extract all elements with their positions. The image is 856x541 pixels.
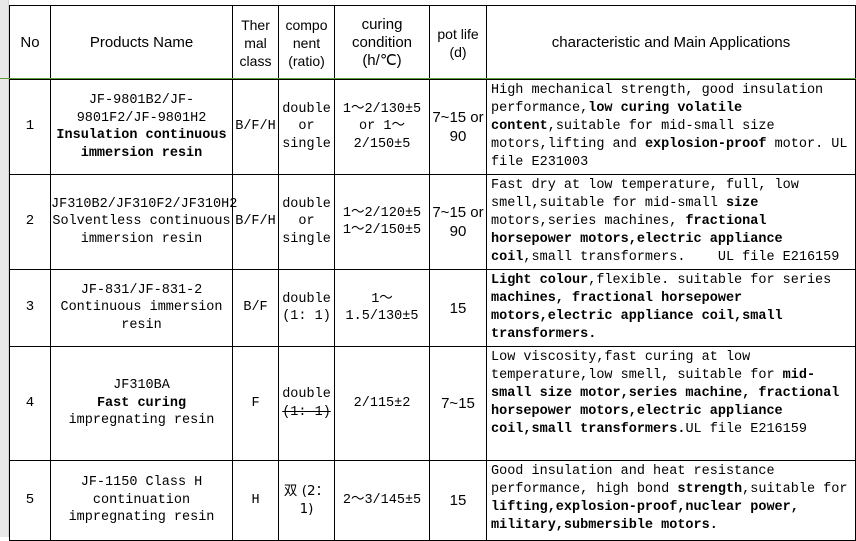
header-curing-condition: curing condition (h/℃) xyxy=(334,5,430,80)
curing-condition-value: 1～1.5/130±5 xyxy=(345,291,419,325)
spreadsheet-canvas: No Products Name Ther mal class compo ne… xyxy=(0,0,856,541)
thermal-class-value: B/F/H xyxy=(235,214,276,230)
table-header-row: No Products Name Ther mal class compo ne… xyxy=(9,5,856,80)
cell-curing-condition: 1～2/130±5 or 1～2/150±5 xyxy=(334,79,430,175)
header-no-label: No xyxy=(20,33,40,51)
header-characteristic: characteristic and Main Applications xyxy=(486,5,856,80)
cell-products-name: JF-1150 Class H continuation impregnatin… xyxy=(50,460,233,541)
header-thermal-class-label: Ther mal class xyxy=(239,16,272,69)
cell-pot-life: 7~15 or 90 xyxy=(429,174,487,270)
header-pot-life: pot life (d) xyxy=(429,5,487,80)
product-description: Fast curing xyxy=(96,395,187,411)
product-description: Insulation continuous immersion resin xyxy=(56,128,227,161)
cell-curing-condition: 2/115±2 xyxy=(334,346,430,461)
product-code: JF-9801B2/JF-9801F2/JF-9801H2 xyxy=(76,93,207,126)
cell-characteristic: High mechanical strength, good insulatio… xyxy=(486,79,856,175)
thermal-class-value: B/F/H xyxy=(235,119,276,135)
cell-component: 双 (2：1) xyxy=(278,460,335,541)
cell-pot-life: 15 xyxy=(429,269,487,347)
row-number: 2 xyxy=(25,213,35,230)
cell-no: 2 xyxy=(9,174,51,270)
row-number: 5 xyxy=(25,491,35,508)
header-products-name: Products Name xyxy=(50,5,233,80)
characteristic-text: Low viscosity,fast curing at low tempera… xyxy=(491,350,840,437)
cell-products-name: JF310B2/JF310F2/JF310H2 Solventless cont… xyxy=(50,174,237,270)
product-code: JF310BA xyxy=(113,378,170,394)
header-pot-life-label: pot life (d) xyxy=(437,25,479,60)
pot-life-value: 7~15 xyxy=(441,395,475,412)
cell-component: double (1: 1) xyxy=(278,269,335,347)
characteristic-text: Light colour,flexible. suitable for seri… xyxy=(491,273,832,342)
cell-products-name: JF-9801B2/JF-9801F2/JF-9801H2 Insulation… xyxy=(50,79,233,175)
product-code: JF-831/JF-831-2 Continuous immersion res… xyxy=(60,282,223,333)
cell-component: double or single xyxy=(278,79,335,175)
pot-life-value: 7~15 or 90 xyxy=(432,109,484,145)
thermal-class-value: B/F xyxy=(243,300,268,316)
cell-characteristic: Low viscosity,fast curing at low tempera… xyxy=(486,346,856,461)
cell-characteristic: Light colour,flexible. suitable for seri… xyxy=(486,269,856,347)
cell-component: double or single xyxy=(278,174,335,270)
products-table: No Products Name Ther mal class compo ne… xyxy=(9,5,856,541)
cell-no: 5 xyxy=(9,460,51,541)
table-row: 3 JF-831/JF-831-2 Continuous immersion r… xyxy=(9,269,856,347)
pot-life-value: 7~15 or 90 xyxy=(432,204,484,240)
header-component: compo nent (ratio) xyxy=(278,5,335,80)
header-no: No xyxy=(9,5,51,80)
cell-pot-life: 15 xyxy=(429,460,487,541)
cell-thermal-class: F xyxy=(232,346,279,461)
thermal-class-value: F xyxy=(251,395,260,411)
cell-curing-condition: 2～3/145±5 xyxy=(334,460,430,541)
cell-products-name: JF-831/JF-831-2 Continuous immersion res… xyxy=(50,269,233,347)
cell-component: double (1: 1) xyxy=(278,346,335,461)
header-thermal-class: Ther mal class xyxy=(232,5,279,80)
component-value: double or single xyxy=(282,101,331,152)
product-code: JF-1150 Class H continuation impregnatin… xyxy=(68,475,215,526)
row-header-gutter xyxy=(0,0,9,537)
characteristic-text: Fast dry at low temperature, full, low s… xyxy=(491,178,840,265)
table-row: 2 JF310B2/JF310F2/JF310H2 Solventless co… xyxy=(9,174,856,270)
pot-life-value: 15 xyxy=(449,492,467,509)
sheet-gridline-green xyxy=(0,78,856,79)
table-row: 4 JF310BA Fast curing impregnating resin… xyxy=(9,346,856,461)
cell-no: 3 xyxy=(9,269,51,347)
cell-no: 4 xyxy=(9,346,51,461)
cell-curing-condition: 1～1.5/130±5 xyxy=(334,269,430,347)
table-row: 1 JF-9801B2/JF-9801F2/JF-9801H2 Insulati… xyxy=(9,79,856,175)
pot-life-value: 15 xyxy=(449,299,467,317)
component-value-struck: (1: 1) xyxy=(282,404,331,420)
header-characteristic-label: characteristic and Main Applications xyxy=(551,33,791,51)
cell-thermal-class: B/F/H xyxy=(232,174,279,270)
characteristic-text: Good insulation and heat resistance perf… xyxy=(491,464,848,533)
curing-condition-value: 2～3/145±5 xyxy=(342,492,422,508)
thermal-class-value: H xyxy=(251,492,260,508)
component-value: double xyxy=(282,387,331,402)
header-curing-condition-label: curing condition (h/℃) xyxy=(351,15,413,69)
header-component-label: compo nent (ratio) xyxy=(285,16,328,69)
product-description-tail: impregnating resin xyxy=(68,413,215,429)
cell-characteristic: Good insulation and heat resistance perf… xyxy=(486,460,856,541)
component-value: 双 (2：1) xyxy=(283,483,330,517)
component-value: double (1: 1) xyxy=(282,291,331,325)
curing-condition-value: 1～2/130±5 or 1～2/150±5 xyxy=(342,101,422,152)
row-number: 3 xyxy=(25,299,35,316)
cell-pot-life: 7~15 xyxy=(429,346,487,461)
row-number: 4 xyxy=(25,394,35,411)
cell-curing-condition: 1～2/120±5 1～2/150±5 xyxy=(334,174,430,270)
curing-condition-value: 1～2/120±5 1～2/150±5 xyxy=(342,205,422,239)
table-row: 5 JF-1150 Class H continuation impregnat… xyxy=(9,460,856,541)
cell-thermal-class: B/F xyxy=(232,269,279,347)
cell-pot-life: 7~15 or 90 xyxy=(429,79,487,175)
product-code: JF310B2/JF310F2/JF310H2 Solventless cont… xyxy=(51,196,238,247)
cell-thermal-class: B/F/H xyxy=(232,79,279,175)
cell-thermal-class: H xyxy=(232,460,279,541)
row-number: 1 xyxy=(25,118,35,135)
cell-characteristic: Fast dry at low temperature, full, low s… xyxy=(486,174,856,270)
characteristic-text: High mechanical strength, good insulatio… xyxy=(491,83,848,170)
cell-no: 1 xyxy=(9,79,51,175)
cell-products-name: JF310BA Fast curing impregnating resin xyxy=(50,346,233,461)
component-value: double or single xyxy=(282,196,331,247)
curing-condition-value: 2/115±2 xyxy=(353,395,411,411)
header-products-name-label: Products Name xyxy=(89,33,194,51)
